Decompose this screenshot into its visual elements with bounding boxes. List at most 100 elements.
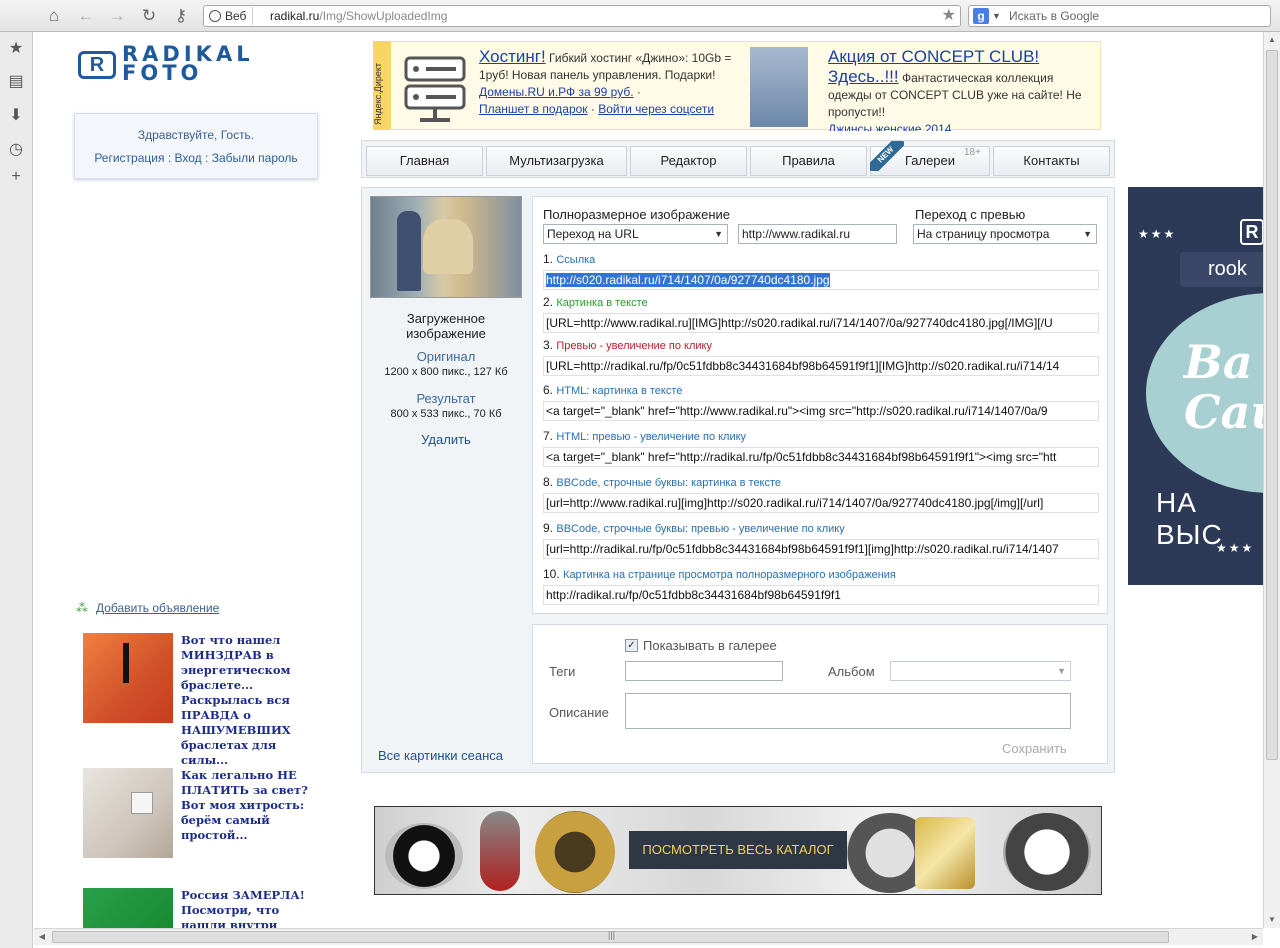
preview-label: Переход с превью [915, 207, 1026, 222]
ad-hosting-link-tablet[interactable]: Планшет в подарок [479, 102, 588, 116]
description-textarea[interactable] [625, 693, 1071, 729]
bookmark-star-icon[interactable]: ★ [942, 6, 956, 26]
teaser-image[interactable] [83, 888, 173, 928]
nav-rules[interactable]: Правила [750, 146, 867, 176]
ad-hosting-link-social[interactable]: Войти через соцсети [598, 102, 714, 116]
ad-hosting: Хостинг! Гибкий хостинг «Джино»: 10Gb = … [479, 47, 741, 131]
view-catalog-button[interactable]: ПОСМОТРЕТЬ ВЕСЬ КАТАЛОГ [629, 831, 847, 869]
code-row-bbcode-preview: 9. BBCode, строчные буквы: превью - увел… [543, 521, 1099, 559]
nav-multiupload[interactable]: Мультизагрузка [486, 146, 627, 176]
back-icon[interactable]: ← [75, 5, 97, 27]
scroll-up-icon[interactable]: ▲ [1264, 32, 1280, 48]
dragon-ring [535, 811, 615, 893]
teaser-image[interactable] [83, 768, 173, 858]
register-link[interactable]: Регистрация [94, 151, 164, 165]
scroll-thumb[interactable] [1266, 50, 1278, 760]
delete-link[interactable]: Удалить [362, 432, 530, 447]
code-field[interactable]: [url=http://www.radikal.ru][img]http://s… [543, 493, 1099, 513]
reload-icon[interactable]: ↻ [138, 5, 160, 27]
add-ad-label: Добавить объявление [96, 601, 220, 615]
code-field[interactable]: [URL=http://radikal.ru/fp/0c51fdbb8c3443… [543, 356, 1099, 376]
teaser-text[interactable]: Как легально НЕ ПЛАТИТЬ за свет? Вот моя… [181, 768, 321, 843]
fullsize-url-input[interactable]: http://www.radikal.ru [738, 224, 897, 244]
code-field[interactable]: [url=http://radikal.ru/fp/0c51fdbb8c3443… [543, 539, 1099, 559]
code-caption: Ссылка [556, 254, 596, 266]
code-num: 2. [543, 295, 554, 309]
web-chip[interactable]: Веб [205, 7, 254, 25]
nav-home[interactable]: Главная [366, 146, 483, 176]
address-bar[interactable]: Веб radikal.ru/Img/ShowUploadedImg ★ [203, 5, 961, 27]
dot: · [587, 102, 599, 116]
show-in-gallery-checkbox[interactable]: ✓ [625, 639, 638, 652]
ad-network-icon: ⁂ [76, 601, 88, 615]
history-icon[interactable]: ◷ [7, 141, 25, 159]
ad-concept-link-jeans[interactable]: Джинсы женские 2014 [828, 122, 951, 131]
jeans-image[interactable] [750, 47, 808, 127]
ad-hosting-title[interactable]: Хостинг! [479, 47, 546, 66]
stars-decoration: ★★★ [1138, 227, 1177, 241]
thumb-figure [397, 211, 421, 291]
right-side-banner[interactable]: ★★★ R rook Ва Сай НА ВЫС ★★★ [1128, 187, 1263, 585]
code-field[interactable]: <a target="_blank" href="http://www.radi… [543, 401, 1099, 421]
code-row-view-page: 10. Картинка на странице просмотра полно… [543, 567, 1099, 605]
dot: · [633, 85, 641, 99]
teaser-text[interactable]: Вот что нашел МИНЗДРАВ в энергетическом … [181, 633, 321, 768]
url-text[interactable]: radikal.ru/Img/ShowUploadedImg [270, 7, 447, 25]
gallery-settings-panel: ✓ Показывать в галерее Теги Альбом ▼ Опи… [532, 624, 1108, 764]
code-field[interactable]: [URL=http://www.radikal.ru][IMG]http://s… [543, 313, 1099, 333]
save-button[interactable]: Сохранить [1002, 741, 1067, 756]
teaser-item[interactable]: Россия ЗАМЕРЛА! Посмотри, что нашли внут… [83, 888, 323, 928]
all-session-pictures-link[interactable]: Все картинки сеанса [378, 748, 503, 763]
album-select[interactable]: ▼ [890, 661, 1071, 681]
jewelry-banner[interactable]: ПОСМОТРЕТЬ ВЕСЬ КАТАЛОГ [374, 806, 1102, 895]
search-bar[interactable]: g ▼ Искать в Google [968, 5, 1271, 27]
code-field[interactable]: http://radikal.ru/fp/0c51fdbb8c34431684b… [543, 585, 1099, 605]
star-icon[interactable]: ★ [7, 40, 25, 58]
code-row-preview: 3. Превью - увеличение по клику [URL=htt… [543, 338, 1099, 376]
teaser-item[interactable]: Вот что нашел МИНЗДРАВ в энергетическом … [83, 633, 323, 767]
forward-icon[interactable]: → [106, 5, 128, 27]
teaser-text[interactable]: Россия ЗАМЕРЛА! Посмотри, что нашли внут… [181, 888, 321, 928]
tags-input[interactable] [625, 661, 783, 681]
chevron-down-icon[interactable]: ▼ [992, 6, 1001, 26]
scroll-right-icon[interactable]: ▶ [1247, 929, 1263, 945]
google-icon[interactable]: g [973, 8, 989, 24]
code-field[interactable]: <a target="_blank" href="http://radikal.… [543, 447, 1099, 467]
scroll-left-icon[interactable]: ◀ [34, 929, 50, 945]
hscroll-thumb[interactable]: ||| [52, 930, 1169, 943]
vertical-scrollbar[interactable]: ▲ ▼ [1263, 32, 1280, 928]
preview-select[interactable]: На страницу просмотра ▼ [913, 224, 1097, 244]
new-badge: NEW [870, 141, 904, 171]
forgot-password-link[interactable]: Забыли пароль [212, 151, 298, 165]
scroll-down-icon[interactable]: ▼ [1264, 912, 1280, 928]
logo-wordmark: RADIKAL FOTO [122, 42, 254, 85]
ad-hosting-link-domains[interactable]: Домены.RU и.РФ за 99 руб. [479, 85, 634, 99]
fullsize-select[interactable]: Переход на URL ▼ [543, 224, 728, 244]
code-row-bbcode-img: 8. BBCode, строчные буквы: картинка в те… [543, 475, 1099, 513]
code-caption: Картинка в тексте [556, 297, 648, 309]
horizontal-scrollbar[interactable]: ◀ ||| ▶ [34, 928, 1263, 945]
key-icon[interactable]: ⚷ [170, 5, 192, 27]
show-in-gallery-label[interactable]: Показывать в галерее [643, 638, 777, 653]
code-caption: HTML: превью - увеличение по клику [556, 431, 747, 443]
code-field[interactable]: http://s020.radikal.ru/i714/1407/0a/9277… [543, 270, 1099, 290]
login-link[interactable]: Вход [175, 151, 202, 165]
code-caption: Превью - увеличение по клику [556, 340, 712, 352]
nav-contacts[interactable]: Контакты [993, 146, 1110, 176]
code-row-html-preview: 7. HTML: превью - увеличение по клику <a… [543, 429, 1099, 467]
nav-editor[interactable]: Редактор [630, 146, 747, 176]
code-caption: BBCode, строчные буквы: картинка в текст… [556, 477, 782, 489]
notes-icon[interactable]: ▤ [7, 73, 25, 91]
home-icon[interactable]: ⌂ [43, 5, 65, 27]
web-chip-label: Веб [225, 9, 247, 23]
browser-toolbar: ⌂ ← → ↻ ⚷ Веб radikal.ru/Img/ShowUploade… [0, 0, 1280, 32]
search-placeholder: Искать в Google [1009, 9, 1100, 23]
add-icon[interactable]: + [7, 168, 25, 186]
teaser-item[interactable]: Как легально НЕ ПЛАТИТЬ за свет? Вот моя… [83, 768, 323, 858]
ad-concept-club: Акция от CONCEPT CLUB! Здесь..!!! Фантас… [828, 47, 1090, 131]
site-logo[interactable]: R RADIKAL FOTO [78, 42, 314, 85]
download-icon[interactable]: ⬇ [7, 107, 25, 125]
uploaded-image-thumbnail[interactable] [370, 196, 522, 298]
add-ad-link[interactable]: ⁂ Добавить объявление [76, 601, 219, 615]
teaser-image[interactable] [83, 633, 173, 723]
